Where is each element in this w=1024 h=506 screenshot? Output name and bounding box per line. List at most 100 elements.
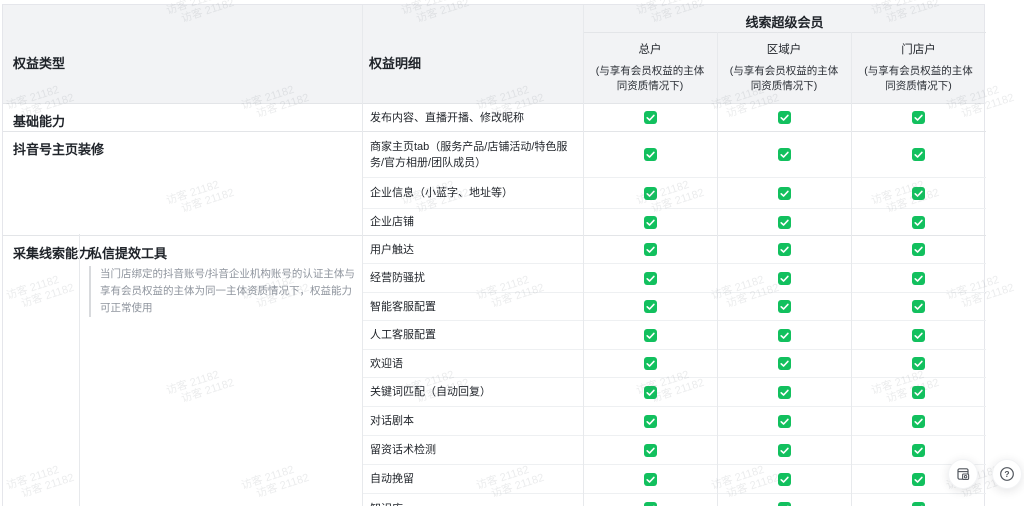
check-cell [717, 187, 851, 200]
table-row: 人工客服配置 [3, 321, 986, 350]
feedback-window-icon [955, 466, 971, 482]
grid-vline [362, 5, 363, 506]
check-icon [778, 329, 791, 342]
check-cell [717, 300, 851, 313]
member-col-note-line2: 同资质情况下) [717, 79, 851, 94]
header-col-head-office: 总户 (与享有会员权益的主体 同资质情况下) [583, 32, 717, 104]
check-icon [778, 272, 791, 285]
check-icon [912, 357, 925, 370]
check-icon [912, 415, 925, 428]
check-icon [644, 272, 657, 285]
feedback-button[interactable] [948, 459, 978, 489]
header-group-title: 线索超级会员 [583, 12, 986, 31]
check-cell [851, 148, 986, 161]
row-detail-area: 经营防骚扰 [362, 264, 986, 293]
check-icon [644, 357, 657, 370]
check-icon [778, 386, 791, 399]
check-cell [583, 187, 717, 200]
check-cell [583, 329, 717, 342]
check-cell [851, 300, 986, 313]
check-icon [778, 148, 791, 161]
check-icon [912, 111, 925, 124]
help-button[interactable]: ? [992, 459, 1022, 489]
row-detail-area: 企业信息（小蓝字、地址等） [362, 178, 986, 209]
check-cell [851, 415, 986, 428]
member-col-note: (与享有会员权益的主体 同资质情况下) [583, 64, 717, 94]
benefit-detail-label: 智能客服配置 [362, 299, 583, 315]
check-icon [778, 111, 791, 124]
table-row: 发布内容、直播开播、修改昵称 [3, 104, 986, 131]
check-cell [851, 386, 986, 399]
check-cell [717, 216, 851, 229]
member-col-note: (与享有会员权益的主体 同资质情况下) [717, 64, 851, 94]
check-cell [717, 148, 851, 161]
check-cell [717, 329, 851, 342]
check-cell [851, 502, 986, 506]
header-col-store: 门店户 (与享有会员权益的主体 同资质情况下) [851, 32, 986, 104]
member-col-note-line1: (与享有会员权益的主体 [851, 64, 986, 79]
table-section: 采集线索能力私信提效工具当门店绑定的抖音账号/抖音企业机构账号的认证主体与享有会… [3, 236, 986, 506]
check-cell [583, 415, 717, 428]
check-icon [778, 473, 791, 486]
benefit-detail-label: 欢迎语 [362, 356, 583, 372]
check-cell [717, 357, 851, 370]
benefit-detail-label: 人工客服配置 [362, 327, 583, 343]
benefits-table: 权益类型 权益明细 线索超级会员 总户 (与享有会员权益的主体 同资质情况下) … [2, 4, 985, 506]
row-detail-area: 留资话术检测 [362, 436, 986, 465]
check-icon [644, 444, 657, 457]
table-row: 智能客服配置 [3, 293, 986, 321]
check-cell [717, 502, 851, 506]
benefit-detail-label: 用户触达 [362, 242, 583, 258]
check-icon [912, 148, 925, 161]
question-mark-icon: ? [999, 466, 1015, 482]
row-detail-area: 自动挽留 [362, 465, 986, 494]
check-icon [912, 272, 925, 285]
check-icon [912, 444, 925, 457]
check-cell [851, 357, 986, 370]
watermark-text: 访客 21182 [0, 184, 1, 216]
watermark-text: 访客 21182 [0, 374, 1, 406]
row-detail-area: 商家主页tab（服务产品/店铺活动/特色服务/官方相册/团队成员） [362, 132, 986, 178]
row-detail-area: 人工客服配置 [362, 321, 986, 350]
check-cell [583, 386, 717, 399]
check-icon [644, 111, 657, 124]
check-icon [912, 329, 925, 342]
benefit-detail-label: 经营防骚扰 [362, 270, 583, 286]
grid-vline [79, 234, 80, 506]
check-icon [644, 300, 657, 313]
check-icon [778, 300, 791, 313]
check-cell [851, 243, 986, 256]
check-icon [644, 415, 657, 428]
check-cell [851, 216, 986, 229]
benefit-detail-label: 对话剧本 [362, 413, 583, 429]
check-cell [583, 473, 717, 486]
check-icon [912, 216, 925, 229]
check-icon [778, 444, 791, 457]
check-cell [717, 473, 851, 486]
table-row: 关键词匹配（自动回复） [3, 378, 986, 407]
check-cell [717, 272, 851, 285]
check-cell [583, 444, 717, 457]
check-cell [583, 111, 717, 124]
table-row: 企业店铺 [3, 209, 986, 235]
check-icon [644, 187, 657, 200]
check-icon [644, 502, 657, 506]
member-col-note: (与享有会员权益的主体 同资质情况下) [851, 64, 986, 94]
row-detail-area: 企业店铺 [362, 209, 986, 235]
check-cell [583, 243, 717, 256]
check-cell [851, 187, 986, 200]
benefits-comparison-page: 权益类型 权益明细 线索超级会员 总户 (与享有会员权益的主体 同资质情况下) … [0, 0, 1024, 506]
check-icon [912, 473, 925, 486]
benefit-detail-label: 关键词匹配（自动回复） [362, 384, 583, 400]
table-row: 欢迎语 [3, 350, 986, 378]
row-detail-area: 知识库 [362, 494, 986, 506]
check-icon [644, 329, 657, 342]
header-benefit-detail: 权益明细 [369, 53, 421, 72]
check-icon [912, 300, 925, 313]
row-detail-area: 用户触达 [362, 236, 986, 264]
grid-vline [717, 32, 718, 506]
check-cell [583, 272, 717, 285]
check-icon [644, 473, 657, 486]
check-cell [583, 357, 717, 370]
check-icon [778, 357, 791, 370]
